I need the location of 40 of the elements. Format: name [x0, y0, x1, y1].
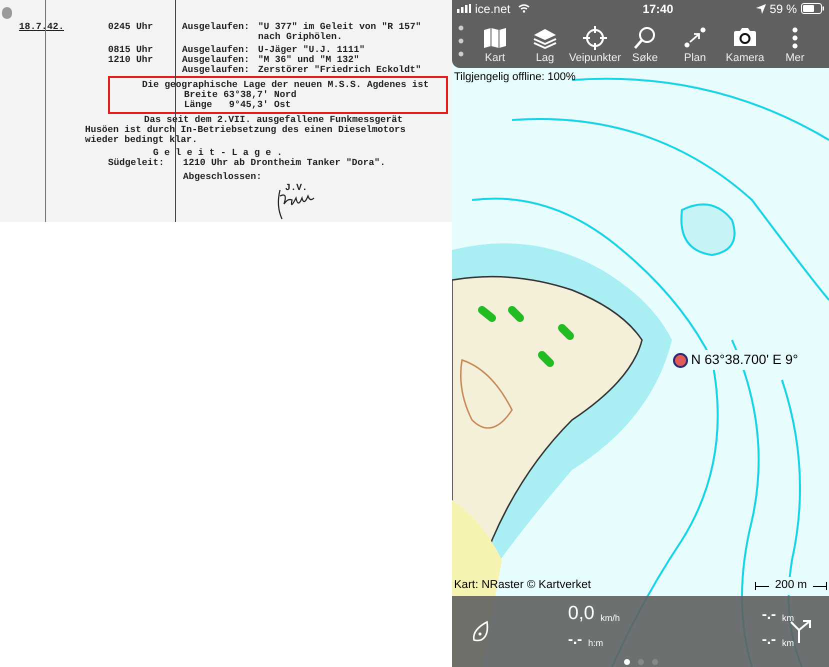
- location-arrow-icon: [756, 4, 766, 14]
- battery-percent-text: 59 %: [770, 0, 797, 18]
- stat-value: -.-: [762, 606, 776, 624]
- entry-text: U-Jäger "U.J. 1111": [258, 45, 365, 55]
- wifi-icon: [518, 4, 530, 13]
- search-icon: [632, 25, 658, 51]
- stat-unit: km/h: [600, 612, 620, 624]
- toolbar-button[interactable]: Mer: [770, 25, 820, 65]
- punch-hole-icon: [2, 7, 12, 19]
- scale-bar-icon: [755, 582, 770, 590]
- scale-bar-icon: [813, 582, 827, 590]
- more-icon: [792, 27, 798, 49]
- location-drop-icon[interactable]: [471, 620, 489, 642]
- entry-text: "U 377" im Geleit von "R 157": [258, 22, 422, 32]
- stat-value: 0,0: [568, 604, 594, 624]
- crosshair-icon: [582, 25, 608, 51]
- scale-text: 200 m: [775, 578, 807, 594]
- drag-handle-icon: [458, 25, 464, 57]
- toolbar-button[interactable]: Kamera: [720, 25, 770, 65]
- toolbar-button[interactable]: Søke: [620, 25, 670, 65]
- entry-text: "M 36" und "M 132": [258, 55, 360, 65]
- stat-value: -.-: [762, 631, 776, 649]
- coordinates-label: N 63°38.700' E 9°: [691, 350, 798, 370]
- signal-icon: [457, 4, 471, 13]
- stat-unit: km: [782, 637, 794, 649]
- toolbar-button[interactable]: Veipunkter: [570, 25, 620, 65]
- convoy-text: 1210 Uhr ab Drontheim Tanker "Dora".: [183, 158, 386, 168]
- stat-unit: km: [782, 612, 794, 624]
- toolbar-button[interactable]: Plan: [670, 25, 720, 65]
- stat-unit: h:m: [588, 637, 604, 649]
- map-icon: [482, 25, 508, 51]
- entry-text: Zerstörer "Friedrich Eckoldt": [258, 65, 422, 75]
- battery-icon: [800, 3, 824, 14]
- carrier-text: ice.net: [475, 0, 510, 18]
- offline-status-text: Tilgjengelig offline: 100%: [453, 70, 577, 84]
- stat-value: -.-: [568, 631, 582, 649]
- clock-text: 17:40: [642, 0, 674, 18]
- toolbar-button[interactable]: Lag: [520, 25, 570, 65]
- map-attribution: Kart: NRaster © Kartverket: [454, 578, 591, 594]
- toolbar-button[interactable]: Kart: [470, 25, 520, 65]
